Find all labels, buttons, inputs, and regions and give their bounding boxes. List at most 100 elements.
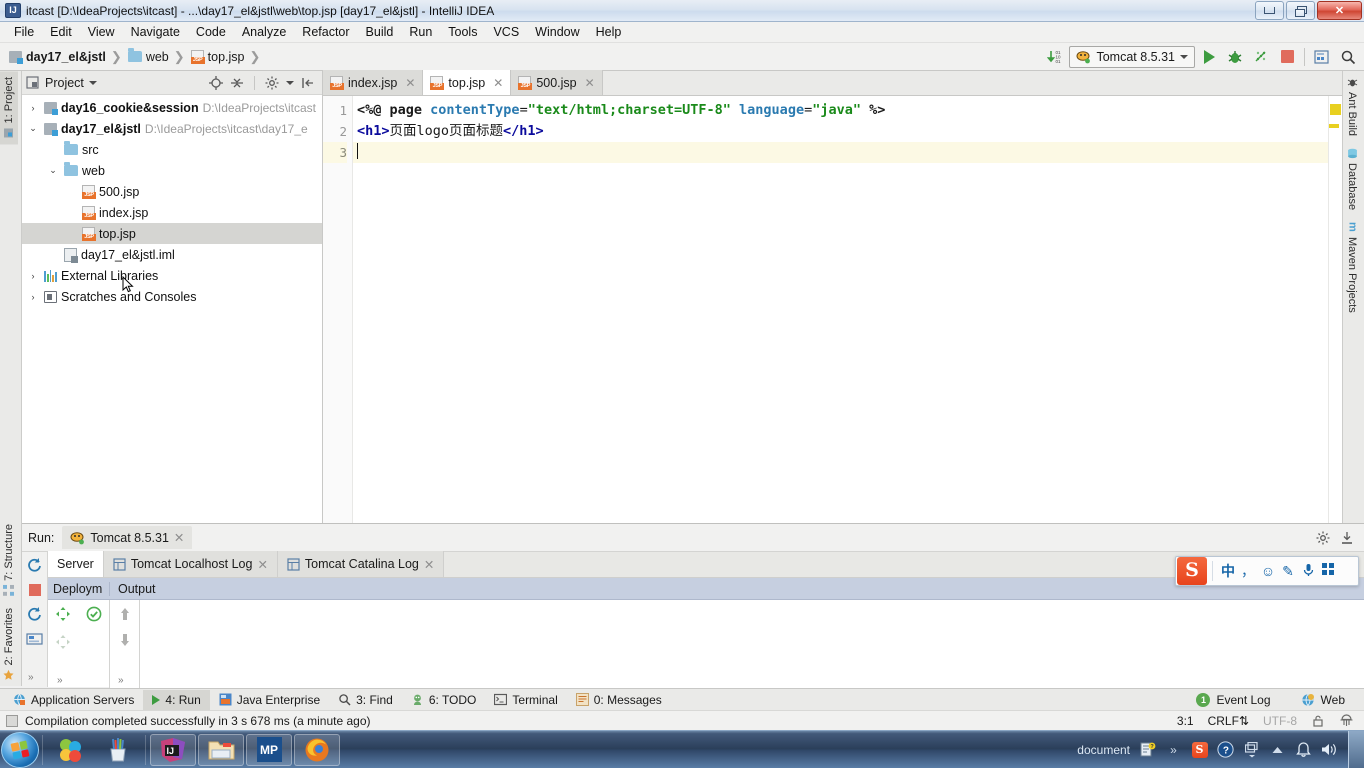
tree-node-iml[interactable]: day17_el&jstl.iml xyxy=(22,244,322,265)
expand-arrow-icon[interactable]: › xyxy=(26,103,40,113)
pen-icon[interactable]: ✎ xyxy=(1278,563,1298,580)
sogou-ime-toolbar[interactable]: S 中 ， ☺ ✎ xyxy=(1175,556,1359,586)
line-separator[interactable]: CRLF⇅ xyxy=(1208,714,1249,728)
menu-window[interactable]: Window xyxy=(527,23,587,41)
show-desktop-button[interactable] xyxy=(1348,730,1364,768)
sogou-logo-icon[interactable]: S xyxy=(1177,557,1207,585)
media-player-icon[interactable] xyxy=(47,734,93,766)
collapse-arrow-icon[interactable]: ⌄ xyxy=(26,123,40,134)
tool-button-messages[interactable]: 0: Messages xyxy=(567,690,671,710)
run-tab-tomcat-localhost-log[interactable]: Tomcat Localhost Log ✕ xyxy=(103,551,278,577)
close-icon[interactable]: ✕ xyxy=(405,76,415,90)
tree-node-day16[interactable]: › day16_cookie&session D:\IdeaProjects\i… xyxy=(22,97,322,118)
hide-icon[interactable] xyxy=(1340,531,1354,545)
run-tab-server[interactable]: Server xyxy=(48,551,104,577)
overflow-icon[interactable]: » xyxy=(1165,741,1182,758)
gear-chevron-icon[interactable] xyxy=(286,80,294,85)
stop-icon[interactable] xyxy=(28,584,41,596)
chinese-mode-icon[interactable]: 中 xyxy=(1218,561,1238,581)
scroll-up-icon[interactable] xyxy=(118,606,132,622)
tool-button-java-enterprise[interactable]: Java Enterprise xyxy=(210,690,329,710)
tree-node-scratches[interactable]: › Scratches and Consoles xyxy=(22,286,322,307)
taskbar-firefox-icon[interactable] xyxy=(294,733,340,766)
tree-node-topjsp[interactable]: top.jsp xyxy=(22,223,322,244)
scroll-down-icon[interactable] xyxy=(118,632,132,648)
locate-icon[interactable] xyxy=(209,75,223,90)
tool-button-event-log[interactable]: 1 Event Log xyxy=(1187,690,1279,710)
volume-icon[interactable] xyxy=(1321,741,1338,758)
expand-arrow-icon[interactable]: › xyxy=(26,271,40,281)
code-editor[interactable]: 1 2 3 <%@ page contentType="text/html;ch… xyxy=(323,96,1342,523)
column-header-output[interactable]: Output xyxy=(110,582,156,596)
sidebar-item-structure[interactable]: 7: Structure xyxy=(0,518,18,602)
app-servers-icon[interactable] xyxy=(1310,45,1334,69)
tree-node-web[interactable]: ⌄ web xyxy=(22,160,322,181)
tree-node-src[interactable]: src xyxy=(22,139,322,160)
tree-node-indexjsp[interactable]: index.jsp xyxy=(22,202,322,223)
sidebar-item-project[interactable]: 1: Project xyxy=(0,71,18,145)
taskbar-intellij-idea-icon[interactable]: IJ xyxy=(150,733,196,766)
editor-tab-index-jsp[interactable]: index.jsp ✕ xyxy=(323,70,424,95)
close-icon[interactable]: ✕ xyxy=(174,530,184,545)
read-only-lock-icon[interactable] xyxy=(1311,714,1325,728)
run-config-tab[interactable]: Tomcat 8.5.31 ✕ xyxy=(62,526,193,549)
rerun-icon[interactable] xyxy=(26,557,43,574)
close-icon[interactable]: ✕ xyxy=(585,76,595,90)
run-coverage-icon[interactable] xyxy=(1249,45,1273,69)
collapse-arrow-icon[interactable]: ⌄ xyxy=(46,165,60,176)
menu-navigate[interactable]: Navigate xyxy=(123,23,188,41)
file-encoding[interactable]: UTF-8 xyxy=(1263,714,1297,728)
window-icon[interactable] xyxy=(1243,741,1260,758)
close-button[interactable]: ✕ xyxy=(1317,1,1362,20)
breadcrumb-file[interactable]: top.jsp xyxy=(188,48,247,66)
tool-button-run[interactable]: 4: Run xyxy=(143,689,210,710)
code-text-area[interactable]: <%@ page contentType="text/html;charset=… xyxy=(353,96,1328,523)
run-configuration-selector[interactable]: Tomcat 8.5.31 xyxy=(1069,45,1195,68)
sidebar-item-database[interactable]: Database xyxy=(1343,142,1361,216)
help-icon[interactable]: ? xyxy=(1217,741,1234,758)
taskbar-mp-app-icon[interactable]: MP xyxy=(246,733,292,766)
windows-start-orb[interactable] xyxy=(1,731,39,768)
tree-node-external-libraries[interactable]: › External Libraries xyxy=(22,265,322,286)
toolbox-icon[interactable] xyxy=(1318,563,1338,579)
run-tab-tomcat-catalina-log[interactable]: Tomcat Catalina Log ✕ xyxy=(277,551,445,577)
menu-file[interactable]: File xyxy=(6,23,42,41)
menu-edit[interactable]: Edit xyxy=(42,23,80,41)
taskbar-file-explorer-icon[interactable] xyxy=(198,733,244,766)
breadcrumb-folder[interactable]: web xyxy=(125,48,171,66)
tool-button-terminal[interactable]: Terminal xyxy=(485,690,566,710)
menu-vcs[interactable]: VCS xyxy=(485,23,527,41)
hector-icon[interactable] xyxy=(1339,713,1354,728)
column-header-deployment[interactable]: Deploym xyxy=(48,581,110,596)
menu-refactor[interactable]: Refactor xyxy=(294,23,357,41)
deploy-icon[interactable] xyxy=(55,606,71,622)
show-hidden-icon[interactable] xyxy=(1269,741,1286,758)
warning-marker-icon[interactable] xyxy=(1330,104,1341,115)
collapse-all-icon[interactable] xyxy=(230,76,244,90)
output-column[interactable]: » xyxy=(110,600,1364,688)
settings-gear-icon[interactable] xyxy=(265,76,279,90)
warning-marker-line-icon[interactable] xyxy=(1329,124,1339,128)
search-everywhere-icon[interactable] xyxy=(1336,45,1360,69)
tree-node-500jsp[interactable]: 500.jsp xyxy=(22,181,322,202)
restart-server-icon[interactable] xyxy=(26,606,43,623)
more-actions-icon[interactable]: » xyxy=(28,672,34,683)
sidebar-item-maven-projects[interactable]: m Maven Projects xyxy=(1343,216,1361,319)
chevron-down-icon[interactable] xyxy=(88,80,97,85)
tree-node-day17[interactable]: ⌄ day17_el&jstl D:\IdeaProjects\itcast\d… xyxy=(22,118,322,139)
sidebar-item-favorites[interactable]: 2: Favorites xyxy=(0,602,18,686)
tool-button-todo[interactable]: 6: TODO xyxy=(402,690,486,710)
minimize-button[interactable] xyxy=(1255,1,1284,20)
sidebar-item-ant-build[interactable]: Ant Build xyxy=(1343,71,1361,142)
tool-button-web[interactable]: Web xyxy=(1292,690,1354,710)
error-stripe-marker-column[interactable] xyxy=(1328,96,1342,523)
tool-button-application-servers[interactable]: Application Servers xyxy=(4,690,143,710)
hide-panel-icon[interactable] xyxy=(301,76,315,90)
run-icon[interactable] xyxy=(1197,45,1221,69)
compare-icon[interactable]: 01 10 01 xyxy=(1043,45,1067,69)
menu-build[interactable]: Build xyxy=(358,23,402,41)
sogou-tray-icon[interactable]: S xyxy=(1191,741,1208,758)
menu-help[interactable]: Help xyxy=(588,23,630,41)
caret-position[interactable]: 3:1 xyxy=(1177,714,1194,728)
undeploy-icon[interactable] xyxy=(55,634,71,650)
